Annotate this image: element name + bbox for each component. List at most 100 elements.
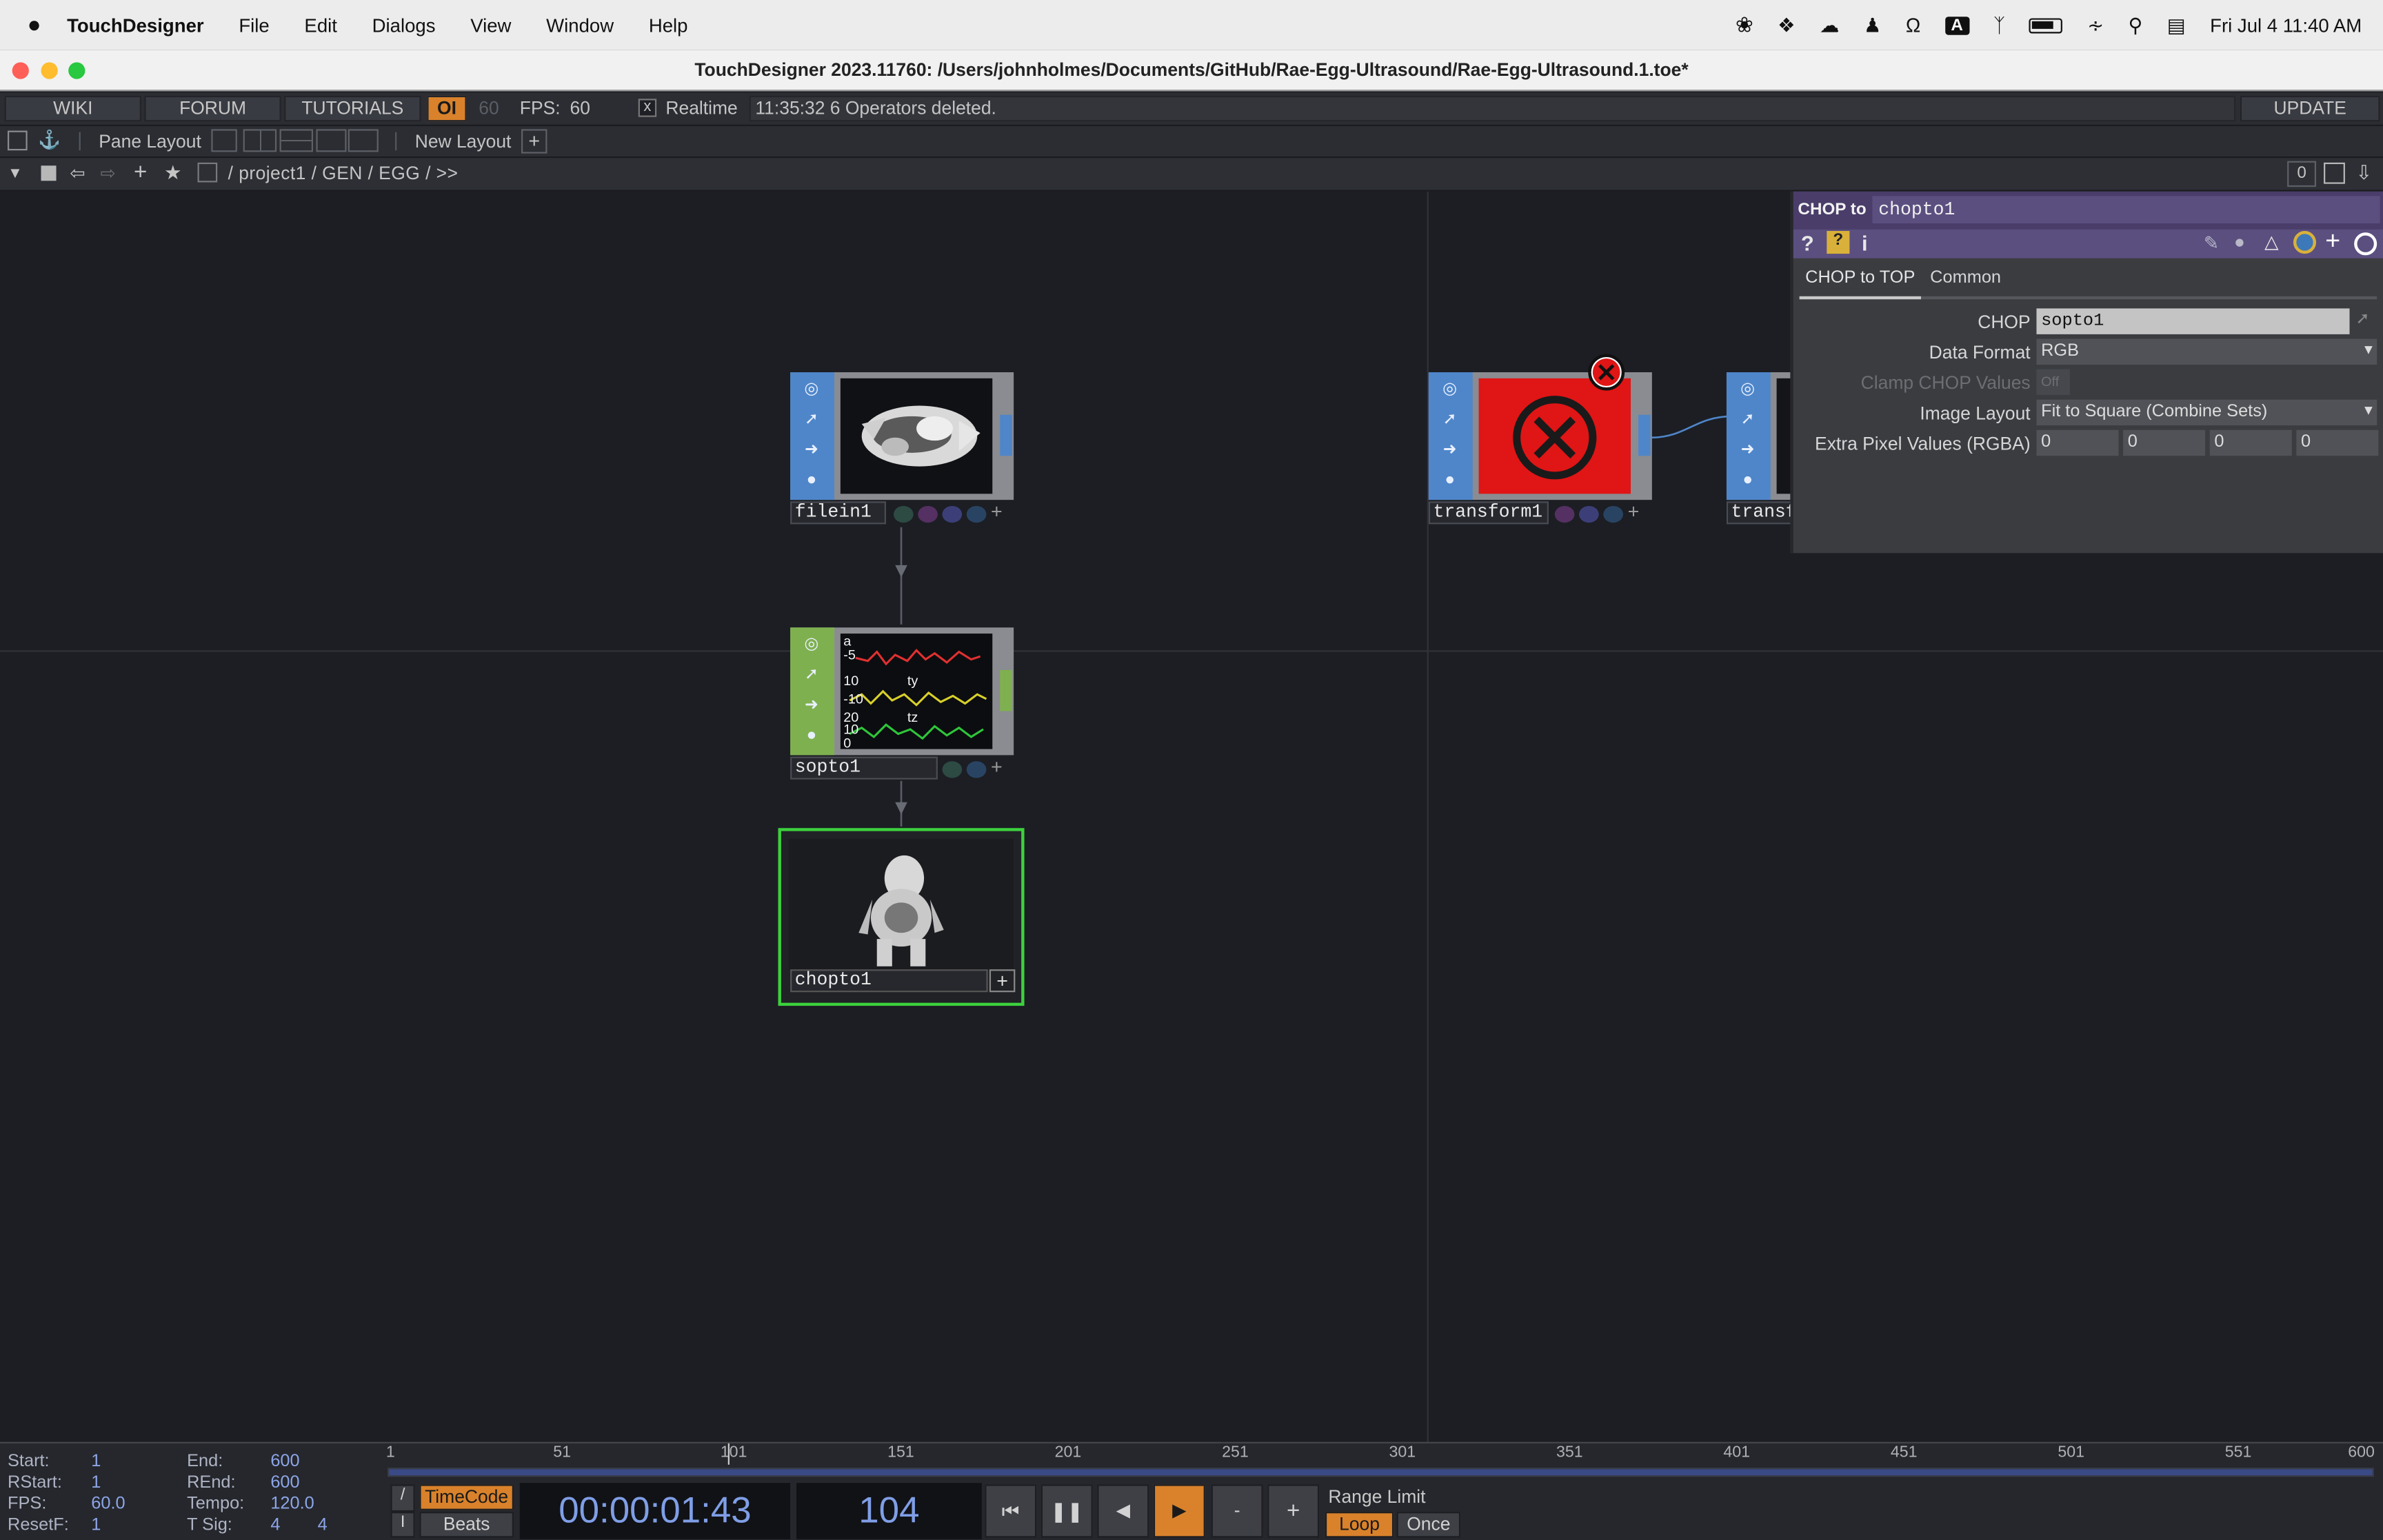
help-icon[interactable]: ? xyxy=(1801,231,1814,255)
control-center-icon[interactable]: ▤ xyxy=(2167,13,2186,37)
chevron-down-icon[interactable]: ▼ xyxy=(2362,342,2375,357)
cook-icon[interactable]: ● xyxy=(801,469,823,491)
layout-split-vertical-button[interactable] xyxy=(243,129,277,152)
viewer-icon[interactable]: ◎ xyxy=(1737,378,1758,400)
step-back-button[interactable]: - xyxy=(1211,1484,1263,1538)
add-param-icon[interactable]: + xyxy=(2325,226,2340,256)
zoom-window-button[interactable] xyxy=(68,62,86,79)
back-icon[interactable]: ⇦ xyxy=(70,163,85,184)
chop-field[interactable]: sopto1 xyxy=(2036,308,2350,334)
menu-view[interactable]: View xyxy=(470,14,511,36)
layout-three-button[interactable] xyxy=(316,129,347,152)
menu-help[interactable]: Help xyxy=(649,14,688,36)
step-forward-button[interactable]: + xyxy=(1267,1484,1320,1538)
oi-button[interactable]: OI xyxy=(427,95,467,122)
tempo-value[interactable]: 120.0 xyxy=(270,1495,314,1513)
extra-pixel-b-field[interactable]: 0 xyxy=(2209,429,2292,456)
forum-button[interactable]: FORUM xyxy=(144,95,281,122)
beats-button[interactable]: Beats xyxy=(419,1512,514,1538)
menu-file[interactable]: File xyxy=(239,14,269,36)
layout-single-button[interactable] xyxy=(211,129,237,152)
node-filein1[interactable]: ◎ ➚ ➜ ● filein1 + xyxy=(790,372,1014,526)
network-path[interactable]: / project1 / GEN / EGG / >> xyxy=(228,163,459,184)
wiki-button[interactable]: WIKI xyxy=(4,95,141,122)
bypass-icon[interactable]: ➚ xyxy=(801,664,823,685)
start-value[interactable]: 1 xyxy=(91,1452,101,1470)
node-chopto1[interactable]: chopto1 + xyxy=(778,828,1025,1006)
chevron-down-icon[interactable]: ▼ xyxy=(2362,403,2375,418)
node-name-chopto1[interactable]: chopto1 xyxy=(790,969,988,993)
timecode-display[interactable]: 00:00:01:43 xyxy=(519,1483,791,1539)
beats-mode-toggle[interactable]: I xyxy=(390,1512,415,1538)
add-icon[interactable]: + xyxy=(134,159,147,185)
node-flag[interactable] xyxy=(942,761,963,778)
extra-pixel-a-field[interactable]: 0 xyxy=(2296,429,2379,456)
cook-icon[interactable]: ● xyxy=(1737,469,1758,491)
bypass-icon[interactable]: ➚ xyxy=(1439,409,1460,430)
node-add-icon[interactable]: + xyxy=(991,755,1003,778)
error-badge-icon[interactable] xyxy=(1588,354,1625,391)
update-button[interactable]: UPDATE xyxy=(2240,95,2380,122)
play-forward-button[interactable]: ▶ xyxy=(1153,1484,1205,1538)
timecode-mode-toggle[interactable]: / xyxy=(390,1484,415,1512)
display-icon[interactable]: ➜ xyxy=(1439,439,1460,460)
tsig-numerator[interactable]: 4 xyxy=(270,1517,280,1534)
bypass-icon[interactable]: ➚ xyxy=(1737,409,1758,430)
node-transform2[interactable]: ◎ ➚ ➜ ● transf xyxy=(1726,372,1796,526)
tutorials-button[interactable]: TUTORIALS xyxy=(284,95,421,122)
node-flag[interactable] xyxy=(894,505,914,523)
node-flag[interactable] xyxy=(1603,505,1623,523)
play-reverse-button[interactable]: ◀ xyxy=(1097,1484,1149,1538)
dropbox-icon[interactable]: ❖ xyxy=(1778,13,1796,37)
node-flag[interactable] xyxy=(966,505,987,523)
display-icon[interactable]: ➜ xyxy=(801,694,823,716)
accessibility-icon[interactable]: ♟ xyxy=(1864,13,1882,37)
data-format-dropdown[interactable]: RGB xyxy=(2036,338,2377,365)
node-flag[interactable] xyxy=(918,505,938,523)
battery-icon[interactable] xyxy=(2029,17,2063,33)
home-icon[interactable] xyxy=(197,162,218,183)
pane-expand-icon[interactable] xyxy=(8,130,28,151)
clamp-toggle[interactable]: Off xyxy=(2036,369,2070,396)
fps-value[interactable]: 60.0 xyxy=(91,1495,125,1513)
wifi-icon[interactable]: ∻ xyxy=(2087,13,2104,37)
frame-display[interactable]: 104 xyxy=(796,1483,982,1539)
input-source-icon[interactable]: A xyxy=(1944,16,1969,34)
search-icon[interactable]: ⚲ xyxy=(2129,13,2143,37)
close-window-button[interactable] xyxy=(12,62,29,79)
range-bar[interactable] xyxy=(388,1468,2374,1477)
app-menu[interactable]: TouchDesigner xyxy=(67,14,204,36)
pane-link-icon[interactable]: ⚓ xyxy=(38,129,61,150)
node-flag[interactable] xyxy=(1579,505,1599,523)
timeline-ruler[interactable]: 1 51 101 151 201 251 301 351 401 451 501… xyxy=(385,1443,2383,1468)
rewind-button[interactable]: ⏮ xyxy=(985,1484,1037,1538)
node-sopto1[interactable]: ◎ ➚ ➜ ● a -5 10 ty -10 20 tz 10 0 sopto1… xyxy=(790,627,1014,781)
resetf-value[interactable]: 1 xyxy=(91,1517,101,1534)
extra-pixel-r-field[interactable]: 0 xyxy=(2036,429,2119,456)
cook-icon[interactable]: ● xyxy=(801,725,823,746)
display-icon[interactable]: ➜ xyxy=(1737,439,1758,460)
tsig-denominator[interactable]: 4 xyxy=(318,1517,328,1534)
node-flag[interactable] xyxy=(942,505,963,523)
cook-icon[interactable]: ● xyxy=(1439,469,1460,491)
viewer-icon[interactable]: ◎ xyxy=(1439,378,1460,400)
pane-menu-icon[interactable]: ⇩ xyxy=(2355,161,2372,185)
path-counter[interactable]: 0 xyxy=(2287,161,2317,188)
stop-icon[interactable] xyxy=(41,165,57,181)
node-name-transform2[interactable]: transf xyxy=(1726,501,1796,525)
forward-icon[interactable]: ⇨ xyxy=(100,163,115,184)
rstart-value[interactable]: 1 xyxy=(91,1474,101,1492)
node-name-transform1[interactable]: transform1 xyxy=(1428,501,1549,525)
edit-icon[interactable]: ✎ xyxy=(2204,232,2219,254)
maximize-pane-icon[interactable] xyxy=(2324,162,2345,184)
chevron-down-icon[interactable]: ▼ xyxy=(8,165,23,182)
end-value[interactable]: 600 xyxy=(270,1452,299,1470)
bluetooth-icon[interactable]: ᛉ xyxy=(1993,14,2005,37)
minimize-window-button[interactable] xyxy=(41,62,58,79)
node-name-filein1[interactable]: filein1 xyxy=(790,501,886,525)
node-add-icon[interactable]: + xyxy=(991,500,1003,523)
image-layout-dropdown[interactable]: Fit to Square (Combine Sets) xyxy=(2036,399,2377,426)
node-flag[interactable] xyxy=(966,761,987,778)
node-add-icon[interactable]: + xyxy=(989,969,1016,993)
bypass-icon[interactable]: ➚ xyxy=(801,409,823,430)
